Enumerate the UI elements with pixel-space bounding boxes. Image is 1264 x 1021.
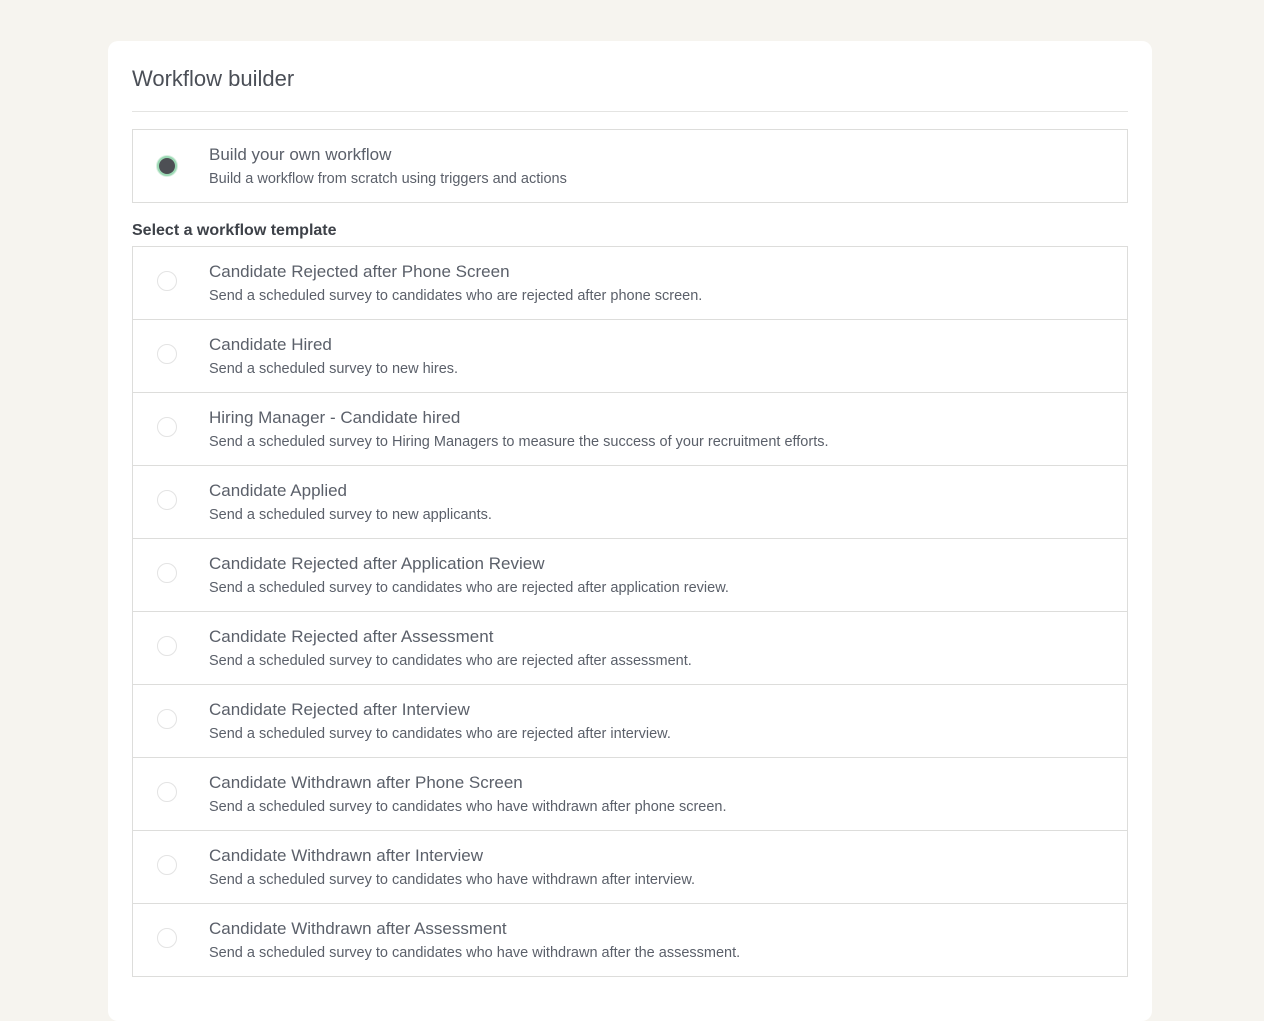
option-title: Candidate Rejected after Application Rev… xyxy=(209,553,545,573)
radio-unselected-icon[interactable] xyxy=(157,271,177,291)
option-title: Candidate Withdrawn after Phone Screen xyxy=(209,772,523,792)
option-description: Send a scheduled survey to candidates wh… xyxy=(209,652,692,669)
template-option-withdrawn-interview[interactable]: Candidate Withdrawn after Interview Send… xyxy=(132,831,1128,904)
template-section-label: Select a workflow template xyxy=(132,222,337,239)
radio-unselected-icon[interactable] xyxy=(157,928,177,948)
option-text: Build your own workflow Build a workflow… xyxy=(209,144,567,189)
option-text: Candidate Withdrawn after Phone Screen S… xyxy=(209,772,727,817)
radio-unselected-icon[interactable] xyxy=(157,344,177,364)
option-text: Candidate Rejected after Application Rev… xyxy=(209,553,729,598)
option-title: Candidate Rejected after Phone Screen xyxy=(209,261,510,281)
option-text: Candidate Hired Send a scheduled survey … xyxy=(209,334,458,379)
template-option-applied[interactable]: Candidate Applied Send a scheduled surve… xyxy=(132,466,1128,539)
radio-unselected-icon[interactable] xyxy=(157,636,177,656)
template-list: Candidate Rejected after Phone Screen Se… xyxy=(132,246,1128,977)
build-own-workflow-option[interactable]: Build your own workflow Build a workflow… xyxy=(132,129,1128,203)
template-option-rejected-phone-screen[interactable]: Candidate Rejected after Phone Screen Se… xyxy=(132,247,1128,320)
template-option-withdrawn-assessment[interactable]: Candidate Withdrawn after Assessment Sen… xyxy=(132,904,1128,977)
option-description: Send a scheduled survey to candidates wh… xyxy=(209,287,703,304)
option-title: Candidate Withdrawn after Interview xyxy=(209,845,484,865)
radio-unselected-icon[interactable] xyxy=(157,563,177,583)
template-option-rejected-assessment[interactable]: Candidate Rejected after Assessment Send… xyxy=(132,612,1128,685)
option-description: Send a scheduled survey to Hiring Manage… xyxy=(209,433,829,450)
option-text: Candidate Withdrawn after Interview Send… xyxy=(209,845,695,890)
option-description: Send a scheduled survey to candidates wh… xyxy=(209,871,696,888)
option-description: Build a workflow from scratch using trig… xyxy=(209,170,567,187)
option-text: Candidate Applied Send a scheduled surve… xyxy=(209,480,492,525)
option-text: Hiring Manager - Candidate hired Send a … xyxy=(209,407,829,452)
option-text: Candidate Rejected after Interview Send … xyxy=(209,699,671,744)
template-option-rejected-application-review[interactable]: Candidate Rejected after Application Rev… xyxy=(132,539,1128,612)
option-description: Send a scheduled survey to new applicant… xyxy=(209,506,492,523)
option-description: Send a scheduled survey to candidates wh… xyxy=(209,725,671,742)
radio-unselected-icon[interactable] xyxy=(157,709,177,729)
option-description: Send a scheduled survey to candidates wh… xyxy=(209,798,727,815)
template-option-withdrawn-phone-screen[interactable]: Candidate Withdrawn after Phone Screen S… xyxy=(132,758,1128,831)
option-title: Build your own workflow xyxy=(209,144,392,164)
workflow-builder-card: Workflow builder Build your own workflow… xyxy=(108,41,1152,1021)
option-title: Candidate Withdrawn after Assessment xyxy=(209,918,507,938)
radio-unselected-icon[interactable] xyxy=(157,855,177,875)
option-text: Candidate Rejected after Phone Screen Se… xyxy=(209,261,702,306)
option-title: Candidate Hired xyxy=(209,334,332,354)
template-option-rejected-interview[interactable]: Candidate Rejected after Interview Send … xyxy=(132,685,1128,758)
option-text: Candidate Withdrawn after Assessment Sen… xyxy=(209,918,740,963)
template-option-hired[interactable]: Candidate Hired Send a scheduled survey … xyxy=(132,320,1128,393)
option-title: Candidate Rejected after Assessment xyxy=(209,626,494,646)
option-title: Candidate Applied xyxy=(209,480,348,500)
radio-unselected-icon[interactable] xyxy=(157,782,177,802)
template-option-hiring-manager-hired[interactable]: Hiring Manager - Candidate hired Send a … xyxy=(132,393,1128,466)
option-description: Send a scheduled survey to candidates wh… xyxy=(209,579,729,596)
option-title: Hiring Manager - Candidate hired xyxy=(209,407,461,427)
option-title: Candidate Rejected after Interview xyxy=(209,699,470,719)
option-description: Send a scheduled survey to candidates wh… xyxy=(209,944,741,961)
option-text: Candidate Rejected after Assessment Send… xyxy=(209,626,692,671)
page-title: Workflow builder xyxy=(132,41,1128,112)
radio-unselected-icon[interactable] xyxy=(157,490,177,510)
radio-selected-icon[interactable] xyxy=(157,156,177,176)
option-description: Send a scheduled survey to new hires. xyxy=(209,360,459,377)
radio-unselected-icon[interactable] xyxy=(157,417,177,437)
